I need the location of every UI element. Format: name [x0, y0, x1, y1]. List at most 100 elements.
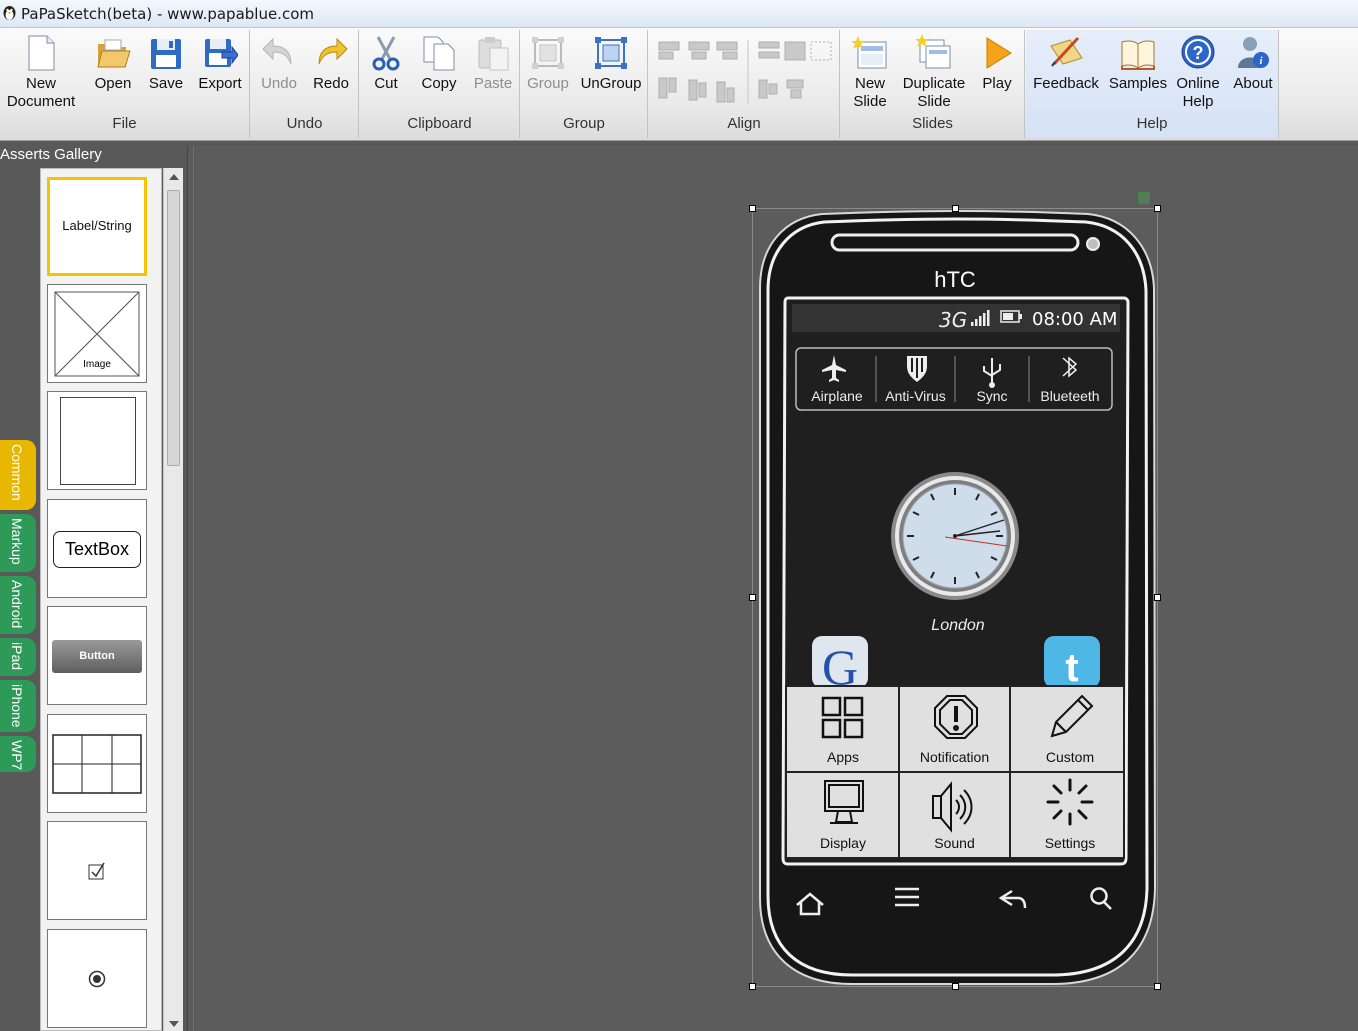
online-help-label: Online Help	[1176, 75, 1220, 110]
align-left-icon	[658, 41, 680, 51]
save-button[interactable]: Save	[144, 34, 188, 93]
scroll-down-icon[interactable]	[169, 1021, 179, 1027]
clipboard-group-label: Clipboard	[407, 115, 472, 132]
duplicate-slide-label: Duplicate Slide	[902, 75, 966, 110]
samples-button[interactable]: Samples	[1106, 34, 1170, 93]
feedback-button[interactable]: Feedback	[1030, 34, 1102, 93]
undo-group-label: Undo	[286, 115, 323, 132]
feedback-label: Feedback	[1033, 75, 1099, 92]
ungroup-button[interactable]: UnGroup	[577, 34, 645, 93]
tab-android-label: Android	[9, 580, 25, 629]
phone-brand: hTC	[934, 267, 976, 292]
table-grid-icon	[52, 734, 142, 794]
open-label: Open	[94, 75, 132, 92]
asserts-gallery: Label/String Image TextBox Button	[40, 168, 162, 1031]
open-folder-icon	[97, 39, 131, 68]
redo-arrow-icon	[318, 37, 348, 65]
gallery-item-table[interactable]	[47, 714, 147, 813]
export-button[interactable]: Export	[194, 34, 246, 93]
textbox-sample: TextBox	[53, 531, 141, 568]
htc-phone-mockup[interactable]: G t hTC 3G 08:00 AM Airplane Anti-Virus …	[749, 192, 1161, 990]
tab-wp7[interactable]: WP7	[0, 736, 36, 772]
gallery-item-image[interactable]: Image	[47, 284, 147, 383]
resize-handle-n[interactable]	[952, 205, 959, 212]
undo-button[interactable]: Undo	[257, 34, 301, 93]
toggle-anti-virus[interactable]: Anti-Virus	[876, 388, 955, 404]
group-label: Group	[527, 75, 569, 92]
resize-handle-se[interactable]	[1154, 983, 1161, 990]
resize-handle-sw[interactable]	[749, 983, 756, 990]
gallery-item-checkbox[interactable]	[47, 821, 147, 920]
menu-notification[interactable]: Notification	[899, 749, 1010, 765]
menu-sound[interactable]: Sound	[899, 835, 1010, 851]
save-label: Save	[148, 75, 184, 92]
feedback-icon	[1050, 36, 1083, 67]
toggle-airplane[interactable]: Airplane	[798, 388, 876, 404]
tab-android[interactable]: Android	[0, 576, 36, 634]
duplicate-slide-icon	[916, 34, 951, 69]
toggle-bluetooth[interactable]: Blueteeth	[1029, 388, 1111, 404]
scroll-up-icon[interactable]	[169, 174, 179, 180]
app-logo-icon	[3, 6, 16, 20]
svg-text:?: ?	[1193, 43, 1204, 63]
new-slide-icon	[852, 36, 887, 69]
cut-button[interactable]: Cut	[366, 34, 406, 93]
tab-iphone[interactable]: iPhone	[0, 680, 36, 732]
ungroup-label: UnGroup	[580, 75, 642, 92]
undo-group: Undo Redo Undo	[251, 30, 359, 138]
gallery-scrollbar[interactable]	[163, 168, 183, 1031]
new-document-label: New Document	[6, 75, 76, 110]
menu-custom[interactable]: Custom	[1010, 749, 1130, 765]
resize-handle-w[interactable]	[749, 594, 756, 601]
about-button[interactable]: i About	[1230, 34, 1276, 93]
samples-label: Samples	[1108, 75, 1168, 92]
ungroup-icon	[595, 37, 627, 69]
tab-ipad-label: iPad	[9, 642, 25, 671]
align-right-icon	[716, 41, 738, 51]
copy-button[interactable]: Copy	[416, 34, 462, 93]
tab-common[interactable]: Common	[0, 440, 36, 510]
tab-wp7-label: WP7	[9, 740, 25, 771]
group-button[interactable]: Group	[525, 34, 571, 93]
gallery-item-rectangle[interactable]	[47, 391, 147, 490]
resize-handle-nw[interactable]	[749, 205, 756, 212]
space-icon	[786, 79, 804, 89]
menu-settings[interactable]: Settings	[1010, 835, 1130, 851]
play-button[interactable]: Play	[977, 34, 1017, 93]
rectangle-shape	[60, 397, 136, 485]
new-document-button[interactable]: New Document	[4, 34, 78, 111]
gallery-item-label[interactable]: Label/String	[47, 177, 147, 276]
redo-button[interactable]: Redo	[309, 34, 353, 93]
resize-handle-s[interactable]	[952, 983, 959, 990]
open-button[interactable]: Open	[90, 34, 136, 93]
about-user-icon: i	[1238, 37, 1269, 68]
gallery-item-textbox[interactable]: TextBox	[47, 499, 147, 598]
menu-apps[interactable]: Apps	[787, 749, 899, 765]
toggle-sync[interactable]: Sync	[955, 388, 1029, 404]
svg-text:t: t	[1065, 646, 1078, 690]
tab-markup[interactable]: Markup	[0, 514, 36, 572]
gallery-item-button[interactable]: Button	[47, 606, 147, 705]
checkbox-icon	[88, 862, 105, 880]
align-icons	[658, 40, 832, 104]
resize-handle-ne[interactable]	[1154, 205, 1161, 212]
group-icon	[532, 37, 564, 69]
tab-ipad[interactable]: iPad	[0, 638, 36, 676]
resize-handle-e[interactable]	[1154, 594, 1161, 601]
align-middle-icon	[688, 79, 698, 101]
analog-clock-icon	[891, 472, 1019, 600]
duplicate-slide-button[interactable]: Duplicate Slide	[899, 34, 969, 111]
export-icon	[205, 39, 238, 67]
menu-display[interactable]: Display	[787, 835, 899, 851]
scroll-thumb[interactable]	[167, 190, 180, 466]
label-string-text: Label/String	[62, 218, 132, 233]
file-group: New Document Open Save Export File	[0, 30, 250, 138]
gallery-item-radio[interactable]	[47, 929, 147, 1028]
slides-group: New Slide Duplicate Slide Play Slides	[841, 30, 1025, 138]
paste-button[interactable]: Paste	[470, 34, 516, 93]
cut-label: Cut	[374, 75, 398, 92]
panel-splitter[interactable]	[187, 146, 194, 1031]
new-slide-button[interactable]: New Slide	[847, 34, 893, 111]
rotate-handle-icon[interactable]	[1138, 192, 1150, 204]
online-help-button[interactable]: ? Online Help	[1172, 34, 1224, 111]
